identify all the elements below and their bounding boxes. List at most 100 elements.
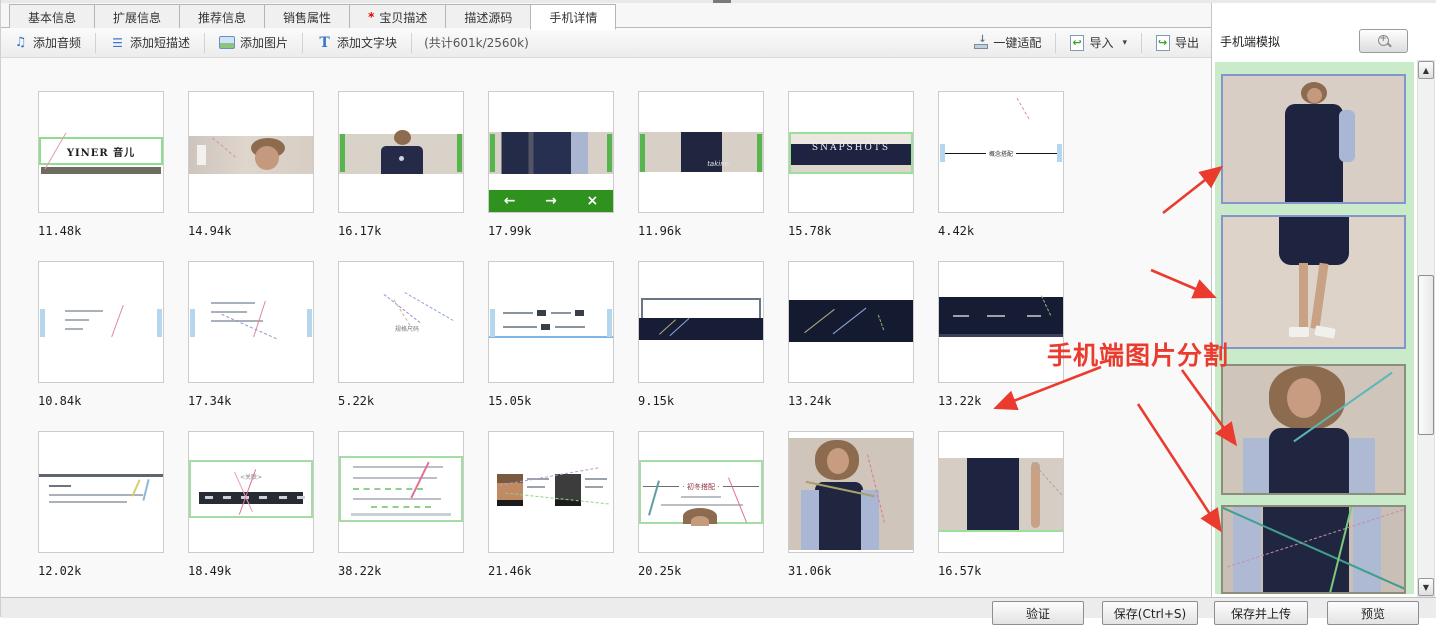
file-size-label: 11.48k bbox=[38, 224, 164, 238]
import-icon: ↩ bbox=[1070, 35, 1084, 51]
thumbnail-card[interactable] bbox=[338, 91, 464, 213]
tab-label: 销售属性 bbox=[283, 9, 331, 26]
add-image-button[interactable]: 添加图片 bbox=[207, 31, 300, 55]
preview-scrollbar[interactable]: ▲ ▼ bbox=[1417, 60, 1435, 597]
add-audio-label: 添加音频 bbox=[33, 34, 81, 51]
toolbar-separator bbox=[302, 33, 303, 53]
thumbnail-card[interactable] bbox=[938, 261, 1064, 383]
one-click-fit-button[interactable]: ↓ 一键适配 bbox=[962, 31, 1053, 55]
toolbar-separator bbox=[411, 33, 412, 53]
phone-preview-canvas bbox=[1215, 62, 1414, 594]
tab-label: 宝贝描述 bbox=[379, 9, 427, 26]
list-icon: ☰ bbox=[110, 35, 125, 50]
file-size-label: 38.22k bbox=[338, 564, 464, 578]
preview-panel-title: 手机端模拟 bbox=[1220, 33, 1280, 50]
file-size-label: 21.46k bbox=[488, 564, 614, 578]
preview-panel-header: 手机端模拟 + bbox=[1212, 3, 1436, 62]
thumbnail-card[interactable] bbox=[38, 261, 164, 383]
tab-3[interactable]: 推荐信息 bbox=[179, 4, 264, 30]
tab-5[interactable]: * 宝贝描述 bbox=[349, 4, 445, 30]
mobile-preview-panel: 手机端模拟 + ▲ ▼ bbox=[1211, 3, 1436, 597]
thumb-snapshots-text: SNAPSHOTS bbox=[791, 143, 911, 153]
tab-1[interactable]: 基本信息 bbox=[9, 4, 94, 30]
thumbnail-card[interactable] bbox=[938, 431, 1064, 553]
music-note-icon: ♫ bbox=[13, 35, 28, 50]
file-size-label: 12.02k bbox=[38, 564, 164, 578]
preview-image-segment-1[interactable] bbox=[1221, 74, 1406, 204]
add-text-block-label: 添加文字块 bbox=[337, 34, 397, 51]
file-size-label: 10.84k bbox=[38, 394, 164, 408]
add-audio-button[interactable]: ♫ 添加音频 bbox=[1, 31, 93, 55]
fit-download-icon: ↓ bbox=[974, 36, 988, 49]
required-asterisk: * bbox=[368, 10, 374, 24]
add-image-label: 添加图片 bbox=[240, 34, 288, 51]
file-size-label: 16.17k bbox=[338, 224, 464, 238]
magnifier-icon: + bbox=[1378, 35, 1390, 47]
delete-image-button[interactable]: × bbox=[572, 193, 613, 209]
file-size-label: 9.15k bbox=[638, 394, 764, 408]
save-upload-button[interactable]: 保存并上传 bbox=[1214, 601, 1308, 625]
thumbnail-card[interactable]: ← → × bbox=[488, 91, 614, 213]
tab-2[interactable]: 扩展信息 bbox=[94, 4, 179, 30]
tab-4[interactable]: 销售属性 bbox=[264, 4, 349, 30]
tab-label: 描述源码 bbox=[464, 9, 512, 26]
thumbnail-card[interactable] bbox=[788, 431, 914, 553]
thumbnail-grid: YINER 音儿 11.48k 14.94k 16.17k ← → × 17.99k t… bbox=[1, 58, 1211, 597]
image-icon bbox=[219, 36, 235, 49]
thumbnail-card[interactable]: · 初冬搭配 · bbox=[638, 431, 764, 553]
export-button[interactable]: ↪ 导出 bbox=[1144, 31, 1211, 55]
preview-image-segment-4[interactable] bbox=[1221, 505, 1406, 594]
thumbnail-card[interactable]: SNAPSHOTS bbox=[788, 91, 914, 213]
chevron-down-icon[interactable]: ▾ bbox=[1122, 38, 1127, 48]
thumbnail-card[interactable]: <关联> bbox=[188, 431, 314, 553]
validate-button[interactable]: 验证 bbox=[992, 601, 1084, 625]
file-size-label: 18.49k bbox=[188, 564, 314, 578]
save-button[interactable]: 保存(Ctrl+S) bbox=[1102, 601, 1198, 625]
file-size-label: 20.25k bbox=[638, 564, 764, 578]
next-image-button[interactable]: → bbox=[530, 193, 571, 209]
toolbar-separator bbox=[95, 33, 96, 53]
thumbnail-card[interactable] bbox=[338, 431, 464, 553]
thumbnail-card[interactable]: YINER 音儿 bbox=[38, 91, 164, 213]
thumb-brand-text: YINER 音儿 bbox=[67, 144, 135, 159]
zoom-button[interactable]: + bbox=[1359, 29, 1408, 53]
prev-image-button[interactable]: ← bbox=[489, 193, 530, 209]
toolbar-separator bbox=[1141, 33, 1142, 53]
toolbar-separator bbox=[204, 33, 205, 53]
import-button[interactable]: ↩ 导入 ▾ bbox=[1058, 31, 1139, 55]
total-size-label: (共计601k/2560k) bbox=[414, 34, 539, 51]
one-click-fit-label: 一键适配 bbox=[993, 34, 1041, 51]
thumbnail-card[interactable] bbox=[488, 261, 614, 383]
add-short-description-button[interactable]: ☰ 添加短描述 bbox=[98, 31, 202, 55]
tab-7[interactable]: 手机详情 bbox=[530, 4, 616, 30]
thumbnail-card[interactable]: takine bbox=[638, 91, 764, 213]
thumbnail-card[interactable] bbox=[188, 91, 314, 213]
thumbnail-card[interactable] bbox=[788, 261, 914, 383]
file-size-label: 13.24k bbox=[788, 394, 914, 408]
toolbar-separator bbox=[1055, 33, 1056, 53]
thumbnail-card[interactable] bbox=[188, 261, 314, 383]
tab-label: 扩展信息 bbox=[113, 9, 161, 26]
tab-label: 手机详情 bbox=[549, 9, 597, 26]
thumbnail-card[interactable]: 规格尺码 bbox=[338, 261, 464, 383]
preview-image-segment-2[interactable] bbox=[1221, 215, 1406, 349]
add-text-block-button[interactable]: T 添加文字块 bbox=[305, 31, 409, 55]
file-size-label: 14.94k bbox=[188, 224, 314, 238]
thumbnail-card[interactable] bbox=[38, 431, 164, 553]
thumbnail-card[interactable] bbox=[488, 431, 614, 553]
scroll-up-button[interactable]: ▲ bbox=[1418, 61, 1434, 79]
preview-image-segment-3[interactable] bbox=[1221, 364, 1406, 495]
file-size-label: 16.57k bbox=[938, 564, 1064, 578]
tab-label: 推荐信息 bbox=[198, 9, 246, 26]
thumbnail-card[interactable] bbox=[638, 261, 764, 383]
tab-label: 基本信息 bbox=[28, 9, 76, 26]
file-size-label: 17.99k bbox=[488, 224, 614, 238]
scrollbar-thumb[interactable] bbox=[1418, 275, 1434, 435]
preview-button[interactable]: 预览 bbox=[1327, 601, 1419, 625]
scroll-down-button[interactable]: ▼ bbox=[1418, 578, 1434, 596]
file-size-label: 13.22k bbox=[938, 394, 1064, 408]
annotation-mobile-image-split: 手机端图片分割 bbox=[1047, 336, 1229, 372]
tab-6[interactable]: 描述源码 bbox=[445, 4, 530, 30]
file-size-label: 31.06k bbox=[788, 564, 914, 578]
thumbnail-card[interactable]: 概念搭配 bbox=[938, 91, 1064, 213]
